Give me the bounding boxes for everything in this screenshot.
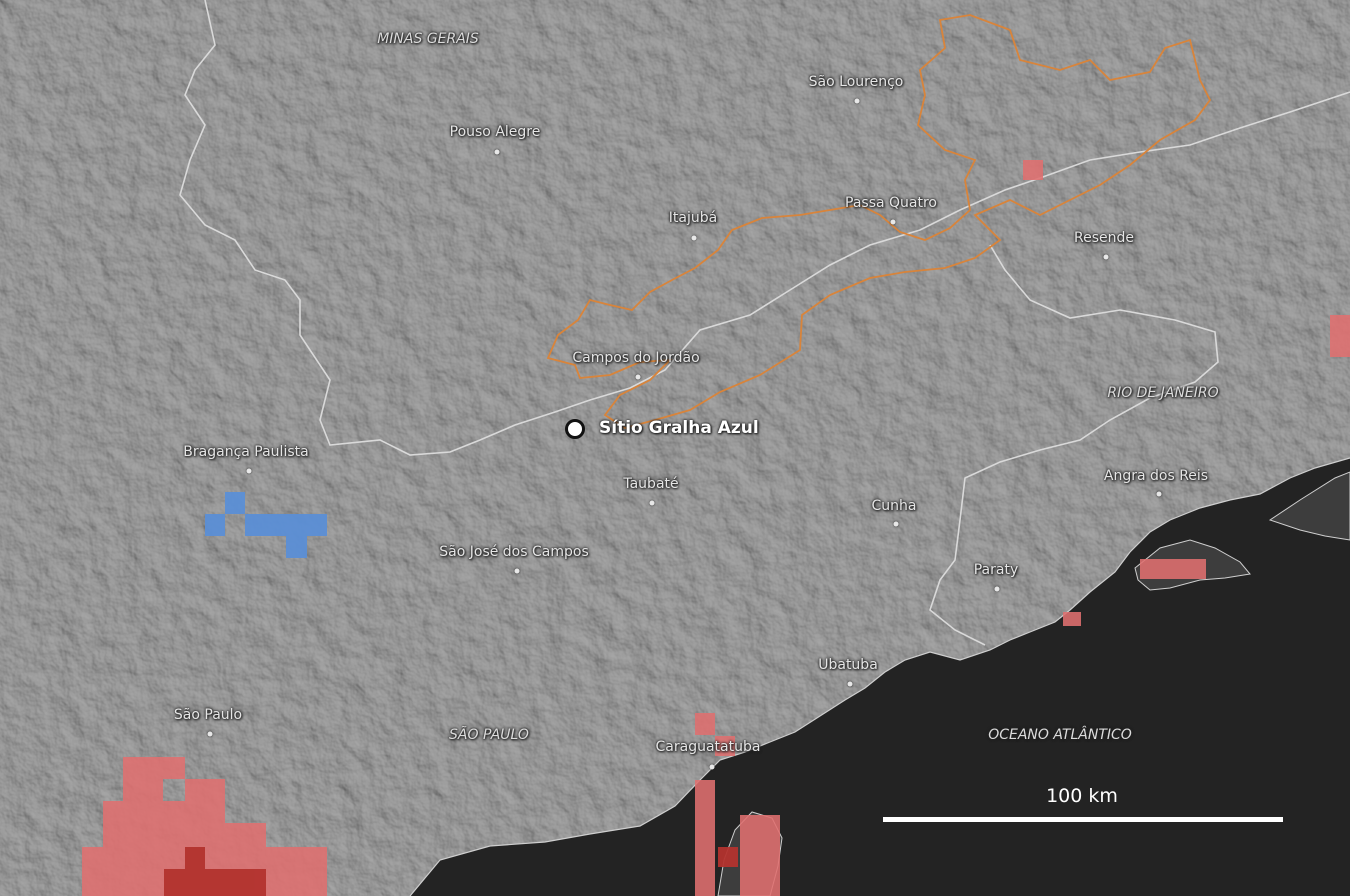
city-label: São Lourenço — [808, 74, 904, 90]
ocean-label: OCEANO ATLÂNTICO — [988, 727, 1132, 743]
city-label: Caraguatatuba — [655, 739, 761, 755]
city-dot[interactable] — [994, 586, 1000, 592]
city-label: Cunha — [871, 498, 917, 514]
city-dot[interactable] — [893, 521, 899, 527]
city-label: Ubatuba — [818, 657, 878, 673]
city-label: Passa Quatro — [845, 195, 937, 211]
site-label: Sítio Gralha Azul — [599, 418, 759, 438]
city-label: Pouso Alegre — [449, 124, 541, 140]
site-marker[interactable] — [565, 419, 585, 439]
scale-label: 100 km — [1046, 785, 1118, 807]
city-label: Paraty — [973, 562, 1019, 578]
city-dot[interactable] — [847, 681, 853, 687]
city-dot[interactable] — [649, 500, 655, 506]
city-label: Angra dos Reis — [1103, 468, 1209, 484]
city-label: São Paulo — [173, 707, 243, 723]
city-dot[interactable] — [635, 374, 641, 380]
state-label-rio-de-janeiro: RIO DE JANEIRO — [1107, 385, 1219, 401]
map-canvas[interactable]: MINAS GERAIS SÃO PAULO RIO DE JANEIRO OC… — [0, 0, 1350, 896]
scale-bar — [883, 817, 1283, 822]
city-label: Bragança Paulista — [183, 444, 309, 460]
city-dot[interactable] — [1103, 254, 1109, 260]
city-dot[interactable] — [514, 568, 520, 574]
city-label: Resende — [1074, 230, 1134, 246]
city-dot[interactable] — [494, 149, 500, 155]
city-label: Taubaté — [623, 476, 679, 492]
state-label-sao-paulo: SÃO PAULO — [449, 727, 529, 743]
city-label: Campos do Jordão — [572, 350, 700, 366]
city-dot[interactable] — [1156, 491, 1162, 497]
city-dot[interactable] — [709, 764, 715, 770]
state-label-minas-gerais: MINAS GERAIS — [377, 31, 479, 47]
city-dot[interactable] — [246, 468, 252, 474]
city-label: São José dos Campos — [439, 544, 589, 560]
city-dot[interactable] — [890, 219, 896, 225]
city-dot[interactable] — [207, 731, 213, 737]
city-label: Itajubá — [668, 210, 718, 226]
city-dot[interactable] — [691, 235, 697, 241]
city-dot[interactable] — [854, 98, 860, 104]
